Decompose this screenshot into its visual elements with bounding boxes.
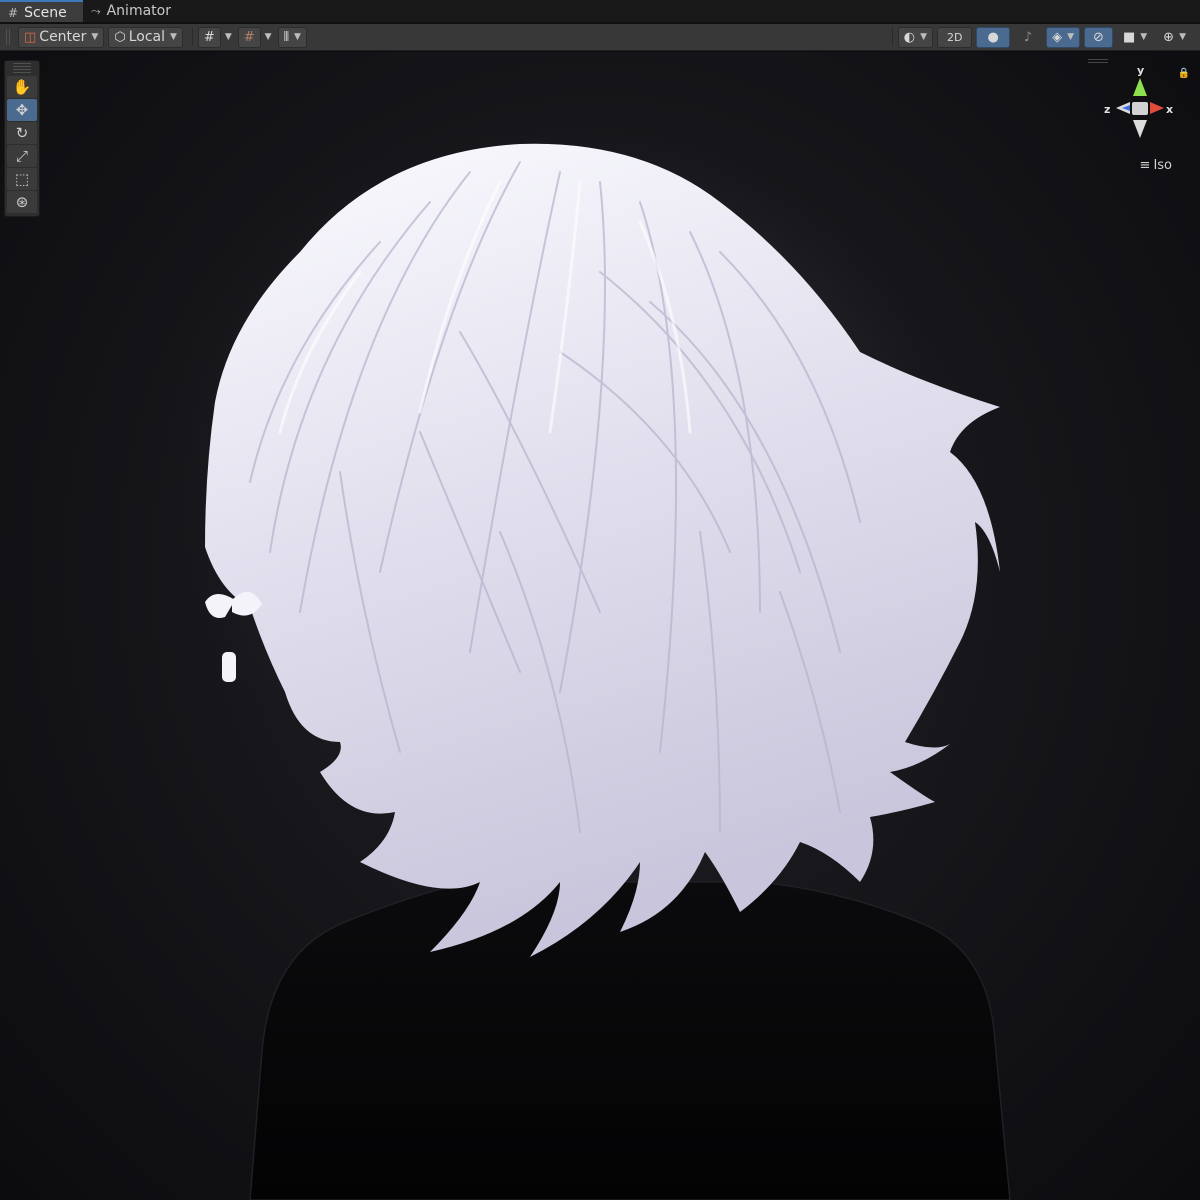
- 2d-mode-label: 2D: [947, 30, 963, 44]
- tab-animator[interactable]: ⤳ Animator: [83, 0, 183, 22]
- hand-icon: ✋: [12, 78, 32, 96]
- tab-animator-label: Animator: [106, 3, 171, 19]
- chevron-down-icon[interactable]: ▼: [265, 32, 272, 42]
- rotate-icon: ↻: [15, 124, 29, 142]
- camera-settings-dropdown[interactable]: ■ ▼: [1117, 27, 1153, 48]
- palette-grip[interactable]: [13, 63, 31, 73]
- grid-snapping-button[interactable]: #: [237, 26, 261, 48]
- pivot-mode-label: Center: [39, 29, 87, 45]
- layers-icon: ◈: [1052, 29, 1063, 45]
- audio-toggle[interactable]: ♪: [1014, 27, 1042, 48]
- viewport-render: [140, 92, 1011, 1200]
- eye-hidden-icon: ⊘: [1093, 29, 1104, 45]
- animator-icon: ⤳: [91, 3, 101, 18]
- camera-icon: ■: [1122, 29, 1136, 45]
- rect-transform-icon: ⬚: [14, 170, 30, 188]
- shading-sphere-icon: ◐: [903, 29, 916, 45]
- x-axis-cone: [1150, 102, 1164, 114]
- chevron-down-icon: ▼: [1179, 32, 1186, 42]
- tool-palette: ✋ ✥ ↻ ⤢ ⬚ ⊛: [4, 60, 40, 217]
- window-tab-bar: # Scene ⤳ Animator: [0, 0, 1200, 23]
- projection-label: Iso: [1153, 158, 1172, 173]
- y-axis-cone: [1133, 78, 1147, 96]
- ruler-icon: ⫴: [283, 29, 290, 45]
- rect-tool-button[interactable]: ⬚: [7, 168, 37, 190]
- grid-visibility-button[interactable]: #: [197, 26, 221, 48]
- axis-x-label: x: [1166, 103, 1174, 116]
- effects-dropdown[interactable]: ◈ ▼: [1046, 26, 1081, 48]
- cube-icon: ⬡: [114, 29, 126, 45]
- increment-snap-button[interactable]: ⫴ ▼: [277, 26, 307, 48]
- pivot-space-dropdown[interactable]: ⬡ Local ▼: [108, 26, 183, 48]
- toolbar-separator: [191, 28, 193, 46]
- pivot-mode-dropdown[interactable]: ◫ Center ▼: [18, 26, 105, 48]
- pivot-center-icon: ◫: [24, 29, 37, 45]
- transform-icon: ⊛: [15, 193, 29, 211]
- scene-visibility-toggle[interactable]: ⊘: [1084, 26, 1113, 48]
- grid-snap-icon: #: [243, 29, 255, 45]
- audio-muted-icon: ♪: [1023, 29, 1033, 45]
- gizmos-dropdown[interactable]: ⊕ ▼: [1157, 27, 1192, 48]
- pivot-space-label: Local: [128, 29, 165, 45]
- scene-toolbar: ◫ Center ▼ ⬡ Local ▼ # ▼ # ▼ ⫴ ▼ ◐ ▼ 2D …: [0, 24, 1200, 51]
- projection-toggle[interactable]: ≡ Iso: [1140, 158, 1172, 173]
- scale-tool-button[interactable]: ⤢: [7, 145, 37, 167]
- gizmo-globe-icon: ⊕: [1163, 29, 1175, 45]
- grid-icon: #: [8, 5, 19, 20]
- rotate-tool-button[interactable]: ↻: [7, 122, 37, 144]
- body-silhouette: [249, 881, 1011, 1200]
- 2d-mode-button[interactable]: 2D: [937, 26, 973, 48]
- draw-mode-dropdown[interactable]: ◐ ▼: [897, 26, 934, 48]
- chevron-down-icon: ▼: [1067, 32, 1075, 42]
- gizmo-center-cube: [1132, 102, 1148, 115]
- transform-tool-button[interactable]: ⊛: [7, 191, 37, 213]
- chevron-down-icon: ▼: [1140, 32, 1148, 42]
- axis-z-label: z: [1104, 103, 1111, 116]
- grid-icon: #: [203, 29, 215, 45]
- axis-y-label: y: [1137, 64, 1145, 77]
- chevron-down-icon: ▼: [91, 32, 99, 42]
- tab-scene[interactable]: # Scene: [0, 0, 83, 22]
- chevron-down-icon: ▼: [294, 32, 301, 42]
- tab-scene-label: Scene: [24, 4, 67, 21]
- lightbulb-icon: ●: [987, 29, 999, 45]
- toolbar-grip[interactable]: [6, 29, 12, 45]
- menu-icon: ≡: [1139, 158, 1151, 173]
- move-tool-button[interactable]: ✥: [7, 99, 37, 121]
- hand-tool-button[interactable]: ✋: [7, 76, 37, 98]
- bottom-axis-cone: [1133, 120, 1147, 138]
- chevron-down-icon[interactable]: ▼: [225, 32, 232, 42]
- lighting-toggle[interactable]: ●: [976, 26, 1010, 48]
- scene-viewport[interactable]: ✋ ✥ ↻ ⤢ ⬚ ⊛ 🔒 y x z ≡ Iso: [0, 52, 1200, 1200]
- chevron-down-icon: ▼: [170, 32, 177, 42]
- chevron-down-icon: ▼: [920, 32, 928, 42]
- scale-icon: ⤢: [15, 147, 28, 165]
- move-icon: ✥: [15, 101, 29, 119]
- toolbar-separator: [891, 28, 893, 46]
